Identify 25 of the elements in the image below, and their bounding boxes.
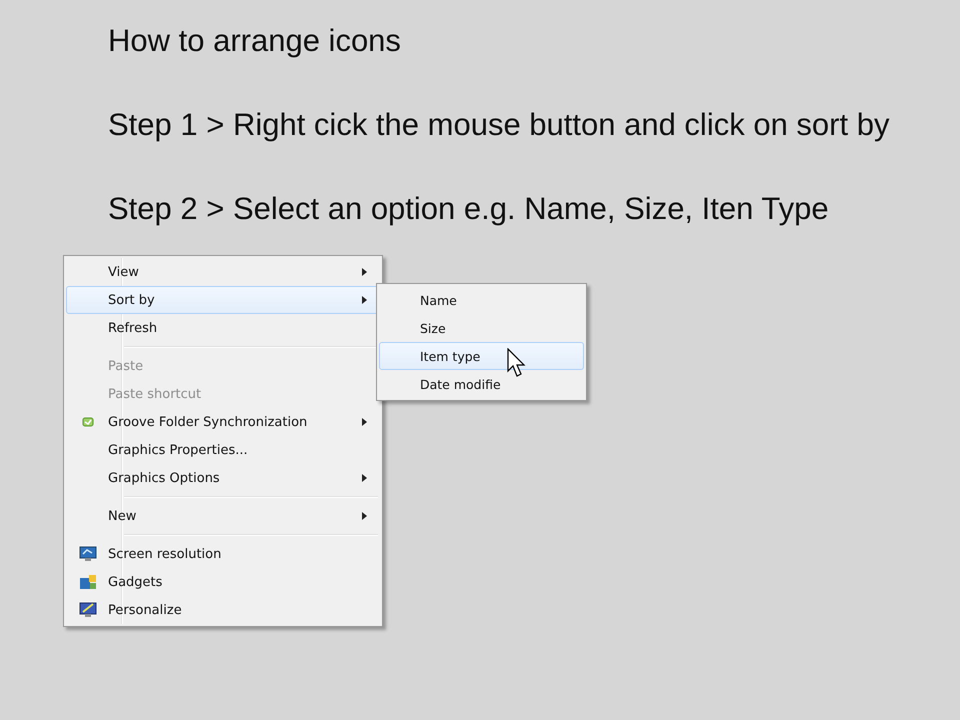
submenu-arrow-icon bbox=[362, 418, 367, 426]
menu-item[interactable]: Gadgets bbox=[66, 568, 380, 596]
submenu-arrow-icon bbox=[362, 512, 367, 520]
menu-item[interactable]: View bbox=[66, 258, 380, 286]
menu-item[interactable]: Date modifie bbox=[379, 370, 584, 398]
menu-item[interactable]: Personalize bbox=[66, 596, 380, 624]
personalize-icon bbox=[78, 602, 96, 618]
menu-item[interactable]: Graphics Options bbox=[66, 464, 380, 492]
menu-item[interactable]: New bbox=[66, 502, 380, 530]
menu-item[interactable]: Graphics Properties... bbox=[66, 436, 380, 464]
menu-item[interactable]: Refresh bbox=[66, 314, 380, 342]
menu-item[interactable]: Screen resolution bbox=[66, 540, 380, 568]
submenu-arrow-icon bbox=[362, 474, 367, 482]
gadgets-icon bbox=[78, 574, 96, 590]
slide-title: How to arrange icons bbox=[108, 22, 402, 60]
menu-item[interactable]: Name bbox=[379, 286, 584, 314]
menu-item[interactable]: Size bbox=[379, 314, 584, 342]
menu-item[interactable]: Groove Folder Synchronization bbox=[66, 408, 380, 436]
monitor-icon bbox=[78, 546, 96, 562]
step-text: Step 1 > Right cick the mouse button and click on sort by bbox=[108, 106, 890, 144]
submenu-arrow-icon bbox=[362, 268, 367, 276]
menu-item[interactable]: Item type bbox=[379, 342, 584, 370]
submenu-arrow-icon bbox=[362, 296, 367, 304]
step-text: Step 2 > Select an option e.g. Name, Size, Iten Type bbox=[108, 190, 830, 228]
sync-icon bbox=[80, 415, 94, 429]
